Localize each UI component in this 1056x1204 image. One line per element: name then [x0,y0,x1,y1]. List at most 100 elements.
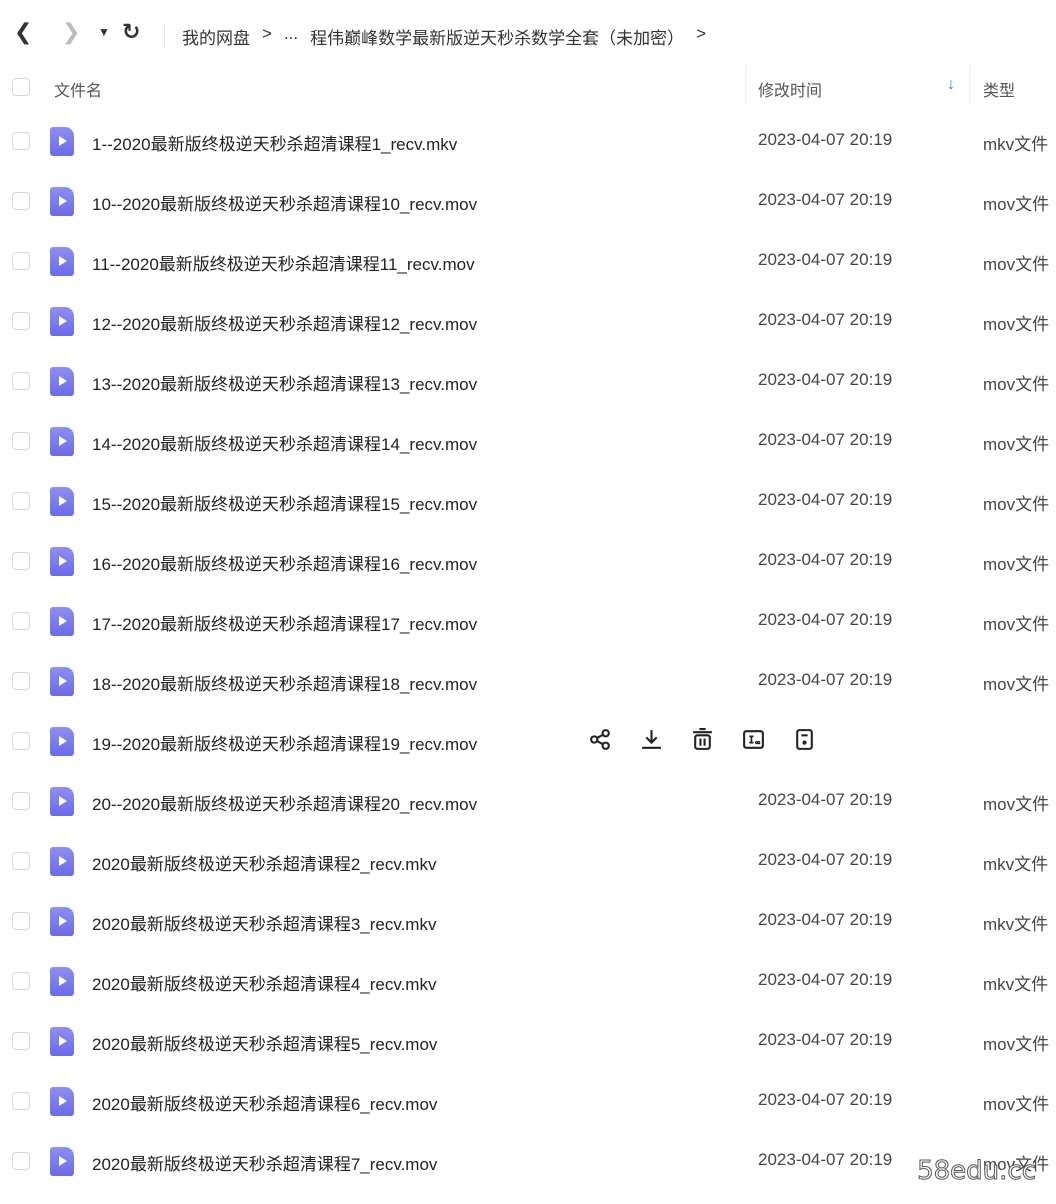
row-checkbox[interactable] [12,312,30,330]
file-name[interactable]: 2020最新版终极逆天秒杀超清课程4_recv.mkv [92,970,436,995]
row-checkbox[interactable] [12,552,30,570]
modified-date: 2023-04-07 20:19 [758,310,893,329]
file-name[interactable]: 20--2020最新版终极逆天秒杀超清课程20_recv.mov [92,790,477,815]
file-type: mov文件 [983,195,1050,214]
row-checkbox[interactable] [12,372,30,390]
file-name[interactable]: 19--2020最新版终极逆天秒杀超清课程19_recv.mov [92,730,477,755]
column-modified[interactable]: 修改时间 [758,77,822,101]
file-row[interactable]: 1--2020最新版终极逆天秒杀超清课程1_recv.mkv 2023-04-07… [0,111,1056,171]
watermark: 58edu.cc [917,1156,1037,1187]
file-row[interactable]: 20--2020最新版终极逆天秒杀超清课程20_recv.mov 2023-04-… [0,771,1056,831]
file-row[interactable]: 10--2020最新版终极逆天秒杀超清课程10_recv.mov 2023-04-… [0,171,1056,231]
forward-icon[interactable]: ❯ [62,19,80,45]
file-type: mov文件 [983,615,1050,634]
video-file-icon [50,247,74,276]
modified-date: 2023-04-07 20:19 [758,970,893,989]
breadcrumb-ellipsis[interactable]: ... [284,24,298,49]
back-icon[interactable]: ❮ [14,19,32,45]
breadcrumb-root[interactable]: 我的网盘 [182,24,250,49]
file-name[interactable]: 12--2020最新版终极逆天秒杀超清课程12_recv.mov [92,310,477,335]
file-type: mov文件 [983,435,1050,454]
row-checkbox[interactable] [12,732,30,750]
file-row[interactable]: 18--2020最新版终极逆天秒杀超清课程18_recv.mov 2023-04-… [0,651,1056,711]
row-checkbox[interactable] [12,792,30,810]
row-checkbox[interactable] [12,1152,30,1170]
refresh-icon[interactable]: ↻ [122,19,140,45]
more-icon[interactable] [792,727,817,757]
file-row[interactable]: 11--2020最新版终极逆天秒杀超清课程11_recv.mov 2023-04-… [0,231,1056,291]
file-name[interactable]: 2020最新版终极逆天秒杀超清课程5_recv.mov [92,1030,437,1055]
file-row[interactable]: 2020最新版终极逆天秒杀超清课程2_recv.mkv 2023-04-07 20… [0,831,1056,891]
file-name[interactable]: 1--2020最新版终极逆天秒杀超清课程1_recv.mkv [92,130,457,155]
file-type: mov文件 [983,375,1050,394]
modified-date: 2023-04-07 20:19 [758,430,893,449]
file-name[interactable]: 17--2020最新版终极逆天秒杀超清课程17_recv.mov [92,610,477,635]
file-name[interactable]: 18--2020最新版终极逆天秒杀超清课程18_recv.mov [92,670,477,695]
row-checkbox[interactable] [12,612,30,630]
file-row[interactable]: 19--2020最新版终极逆天秒杀超清课程19_recv.mov [0,711,1056,771]
file-row[interactable]: 2020最新版终极逆天秒杀超清课程6_recv.mov 2023-04-07 20… [0,1071,1056,1131]
video-file-icon [50,967,74,996]
file-row[interactable]: 13--2020最新版终极逆天秒杀超清课程13_recv.mov 2023-04-… [0,351,1056,411]
video-file-icon [50,1027,74,1056]
share-icon[interactable] [588,727,613,757]
file-row[interactable]: 15--2020最新版终极逆天秒杀超清课程15_recv.mov 2023-04-… [0,471,1056,531]
video-file-icon [50,607,74,636]
file-row[interactable]: 12--2020最新版终极逆天秒杀超清课程12_recv.mov 2023-04-… [0,291,1056,351]
file-name[interactable]: 13--2020最新版终极逆天秒杀超清课程13_recv.mov [92,370,477,395]
file-row[interactable]: 2020最新版终极逆天秒杀超清课程4_recv.mkv 2023-04-07 20… [0,951,1056,1011]
sort-down-icon[interactable]: ↓ [947,76,955,94]
breadcrumb: 我的网盘 > ... 程伟巅峰数学最新版逆天秒杀数学全套（未加密） > [182,24,718,49]
modified-date: 2023-04-07 20:19 [758,910,893,929]
row-checkbox[interactable] [12,672,30,690]
delete-icon[interactable] [690,727,715,757]
modified-date: 2023-04-07 20:19 [758,190,893,209]
row-checkbox[interactable] [12,432,30,450]
row-actions [588,727,817,757]
row-checkbox[interactable] [12,192,30,210]
file-name[interactable]: 2020最新版终极逆天秒杀超清课程3_recv.mkv [92,910,436,935]
row-checkbox[interactable] [12,132,30,150]
file-type: mkv文件 [983,135,1049,154]
select-all-checkbox[interactable] [12,78,30,96]
file-name[interactable]: 15--2020最新版终极逆天秒杀超清课程15_recv.mov [92,490,477,515]
video-file-icon [50,427,74,456]
modified-date: 2023-04-07 20:19 [758,1030,893,1049]
file-type: mov文件 [983,555,1050,574]
download-icon[interactable] [639,727,664,757]
file-row[interactable]: 2020最新版终极逆天秒杀超清课程5_recv.mov 2023-04-07 20… [0,1011,1056,1071]
breadcrumb-current[interactable]: 程伟巅峰数学最新版逆天秒杀数学全套（未加密） [310,24,684,49]
file-name[interactable]: 2020最新版终极逆天秒杀超清课程6_recv.mov [92,1090,437,1115]
file-type: mkv文件 [983,975,1049,994]
row-checkbox[interactable] [12,852,30,870]
row-checkbox[interactable] [12,972,30,990]
video-file-icon [50,847,74,876]
breadcrumb-separator[interactable]: > [696,24,706,49]
column-type[interactable]: 类型 [983,77,1015,101]
row-checkbox[interactable] [12,1092,30,1110]
file-name[interactable]: 2020最新版终极逆天秒杀超清课程2_recv.mkv [92,850,436,875]
caret-down-icon[interactable]: ▼ [98,25,110,39]
video-file-icon [50,367,74,396]
modified-date: 2023-04-07 20:19 [758,1150,893,1169]
row-checkbox[interactable] [12,492,30,510]
file-name[interactable]: 2020最新版终极逆天秒杀超清课程7_recv.mov [92,1150,437,1175]
file-row[interactable]: 17--2020最新版终极逆天秒杀超清课程17_recv.mov 2023-04-… [0,591,1056,651]
file-name[interactable]: 14--2020最新版终极逆天秒杀超清课程14_recv.mov [92,430,477,455]
file-row[interactable]: 2020最新版终极逆天秒杀超清课程3_recv.mkv 2023-04-07 20… [0,891,1056,951]
row-checkbox[interactable] [12,252,30,270]
file-row[interactable]: 2020最新版终极逆天秒杀超清课程7_recv.mov 2023-04-07 20… [0,1131,1056,1191]
video-file-icon [50,907,74,936]
file-row[interactable]: 14--2020最新版终极逆天秒杀超清课程14_recv.mov 2023-04-… [0,411,1056,471]
file-name[interactable]: 16--2020最新版终极逆天秒杀超清课程16_recv.mov [92,550,477,575]
file-type: mov文件 [983,315,1050,334]
modified-date: 2023-04-07 20:19 [758,1090,893,1109]
column-name[interactable]: 文件名 [54,77,102,101]
file-type: mov文件 [983,1035,1050,1054]
file-row[interactable]: 16--2020最新版终极逆天秒杀超清课程16_recv.mov 2023-04-… [0,531,1056,591]
row-checkbox[interactable] [12,912,30,930]
row-checkbox[interactable] [12,1032,30,1050]
rename-icon[interactable] [741,727,766,757]
file-name[interactable]: 10--2020最新版终极逆天秒杀超清课程10_recv.mov [92,190,477,215]
file-name[interactable]: 11--2020最新版终极逆天秒杀超清课程11_recv.mov [92,250,475,275]
